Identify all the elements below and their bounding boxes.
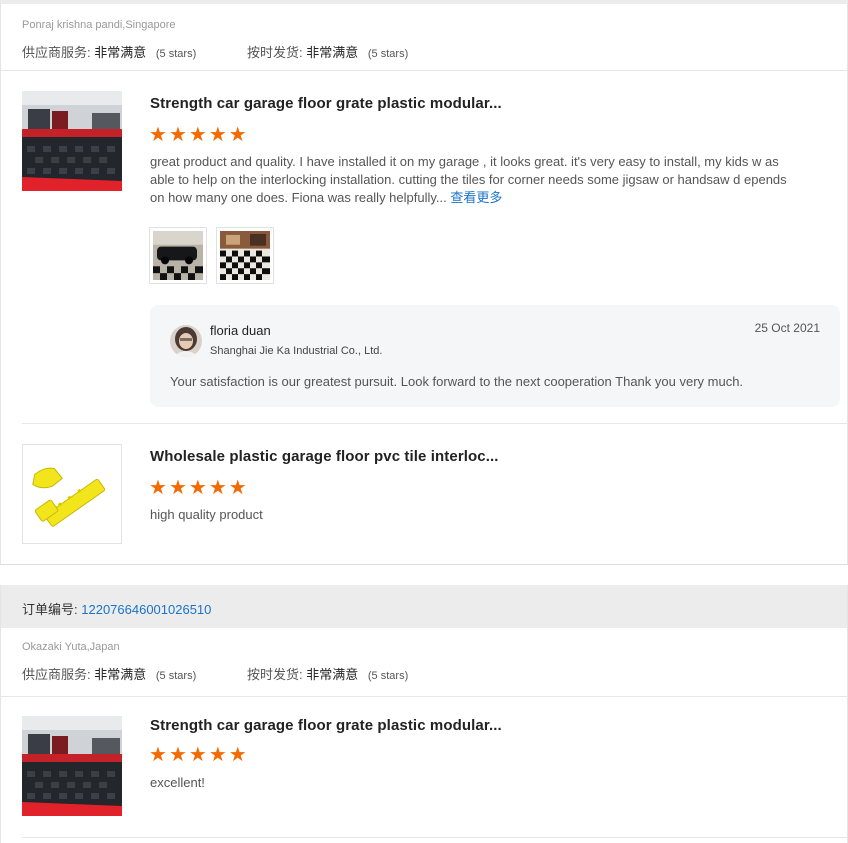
review-text: great product and quality. I have instal… bbox=[150, 153, 800, 207]
review-card: 订单编号: 122076646001026510 Okazaki Yuta,Ja… bbox=[0, 585, 848, 843]
reply-author: floria duan bbox=[210, 323, 271, 338]
divider bbox=[1, 696, 847, 697]
star-icon: ★ bbox=[228, 124, 247, 146]
on-time-shipment-value: 非常满意 bbox=[306, 45, 359, 60]
supplier-service-label: 供应商服务: bbox=[22, 667, 91, 682]
on-time-shipment-label: 按时发货: bbox=[247, 45, 303, 60]
divider bbox=[22, 423, 847, 424]
supplier-service-label: 供应商服务: bbox=[22, 45, 91, 60]
star-rating: ★ ★ ★ ★ ★ bbox=[149, 125, 247, 145]
product-thumbnail[interactable] bbox=[22, 91, 122, 191]
product-thumbnail[interactable] bbox=[22, 444, 122, 544]
supplier-service-value: 非常满意 bbox=[94, 667, 147, 682]
supplier-reply: floria duan Shanghai Jie Ka Industrial C… bbox=[150, 305, 840, 407]
product-title[interactable]: Strength car garage floor grate plastic … bbox=[150, 95, 502, 112]
product-thumbnail[interactable] bbox=[22, 716, 122, 816]
divider bbox=[22, 837, 847, 838]
product-title[interactable]: Strength car garage floor grate plastic … bbox=[150, 717, 502, 734]
star-rating: ★ ★ ★ ★ ★ bbox=[149, 478, 247, 498]
product-title[interactable]: Wholesale plastic garage floor pvc tile … bbox=[150, 448, 499, 465]
star-icon: ★ bbox=[149, 124, 167, 146]
star-icon: ★ bbox=[228, 477, 247, 499]
star-icon: ★ bbox=[149, 477, 167, 499]
reply-date: 25 Oct 2021 bbox=[754, 321, 820, 335]
on-time-shipment-stars: (5 stars) bbox=[367, 670, 409, 682]
supplier-service-stars: (5 stars) bbox=[155, 670, 197, 682]
star-icon: ★ bbox=[149, 744, 167, 766]
on-time-shipment-value: 非常满意 bbox=[306, 667, 359, 682]
star-icon: ★ bbox=[208, 477, 227, 499]
star-icon: ★ bbox=[168, 744, 187, 766]
reply-company: Shanghai Jie Ka Industrial Co., Ltd. bbox=[210, 345, 383, 357]
order-number-label: 订单编号: bbox=[22, 602, 78, 617]
order-header: 订单编号: 122076646001026510 bbox=[1, 585, 847, 628]
star-icon: ★ bbox=[228, 744, 247, 766]
review-text: high quality product bbox=[150, 507, 263, 522]
rating-summary: 供应商服务: 非常满意 (5 stars) 按时发货: 非常满意 (5 star… bbox=[22, 664, 408, 683]
review-image[interactable] bbox=[149, 227, 207, 284]
divider bbox=[1, 70, 847, 71]
supplier-service-value: 非常满意 bbox=[94, 45, 147, 60]
rating-summary: 供应商服务: 非常满意 (5 stars) 按时发货: 非常满意 (5 star… bbox=[22, 42, 408, 61]
avatar bbox=[170, 325, 202, 357]
star-icon: ★ bbox=[208, 124, 227, 146]
star-icon: ★ bbox=[188, 744, 207, 766]
star-icon: ★ bbox=[168, 477, 187, 499]
on-time-shipment-label: 按时发货: bbox=[247, 667, 303, 682]
review-text: excellent! bbox=[150, 775, 205, 790]
view-more-link[interactable]: 查看更多 bbox=[450, 190, 502, 205]
buyer-name: Okazaki Yuta,Japan bbox=[22, 641, 120, 653]
review-image[interactable] bbox=[216, 227, 274, 284]
reply-message: Your satisfaction is our greatest pursui… bbox=[170, 374, 744, 389]
on-time-shipment-stars: (5 stars) bbox=[367, 48, 409, 60]
order-number-link[interactable]: 122076646001026510 bbox=[81, 602, 211, 617]
buyer-name: Ponraj krishna pandi,Singapore bbox=[22, 19, 176, 31]
star-icon: ★ bbox=[208, 744, 227, 766]
star-rating: ★ ★ ★ ★ ★ bbox=[149, 745, 247, 765]
star-icon: ★ bbox=[188, 477, 207, 499]
supplier-service-stars: (5 stars) bbox=[155, 48, 197, 60]
review-card: Ponraj krishna pandi,Singapore 供应商服务: 非常… bbox=[0, 0, 848, 565]
star-icon: ★ bbox=[168, 124, 187, 146]
star-icon: ★ bbox=[188, 124, 207, 146]
